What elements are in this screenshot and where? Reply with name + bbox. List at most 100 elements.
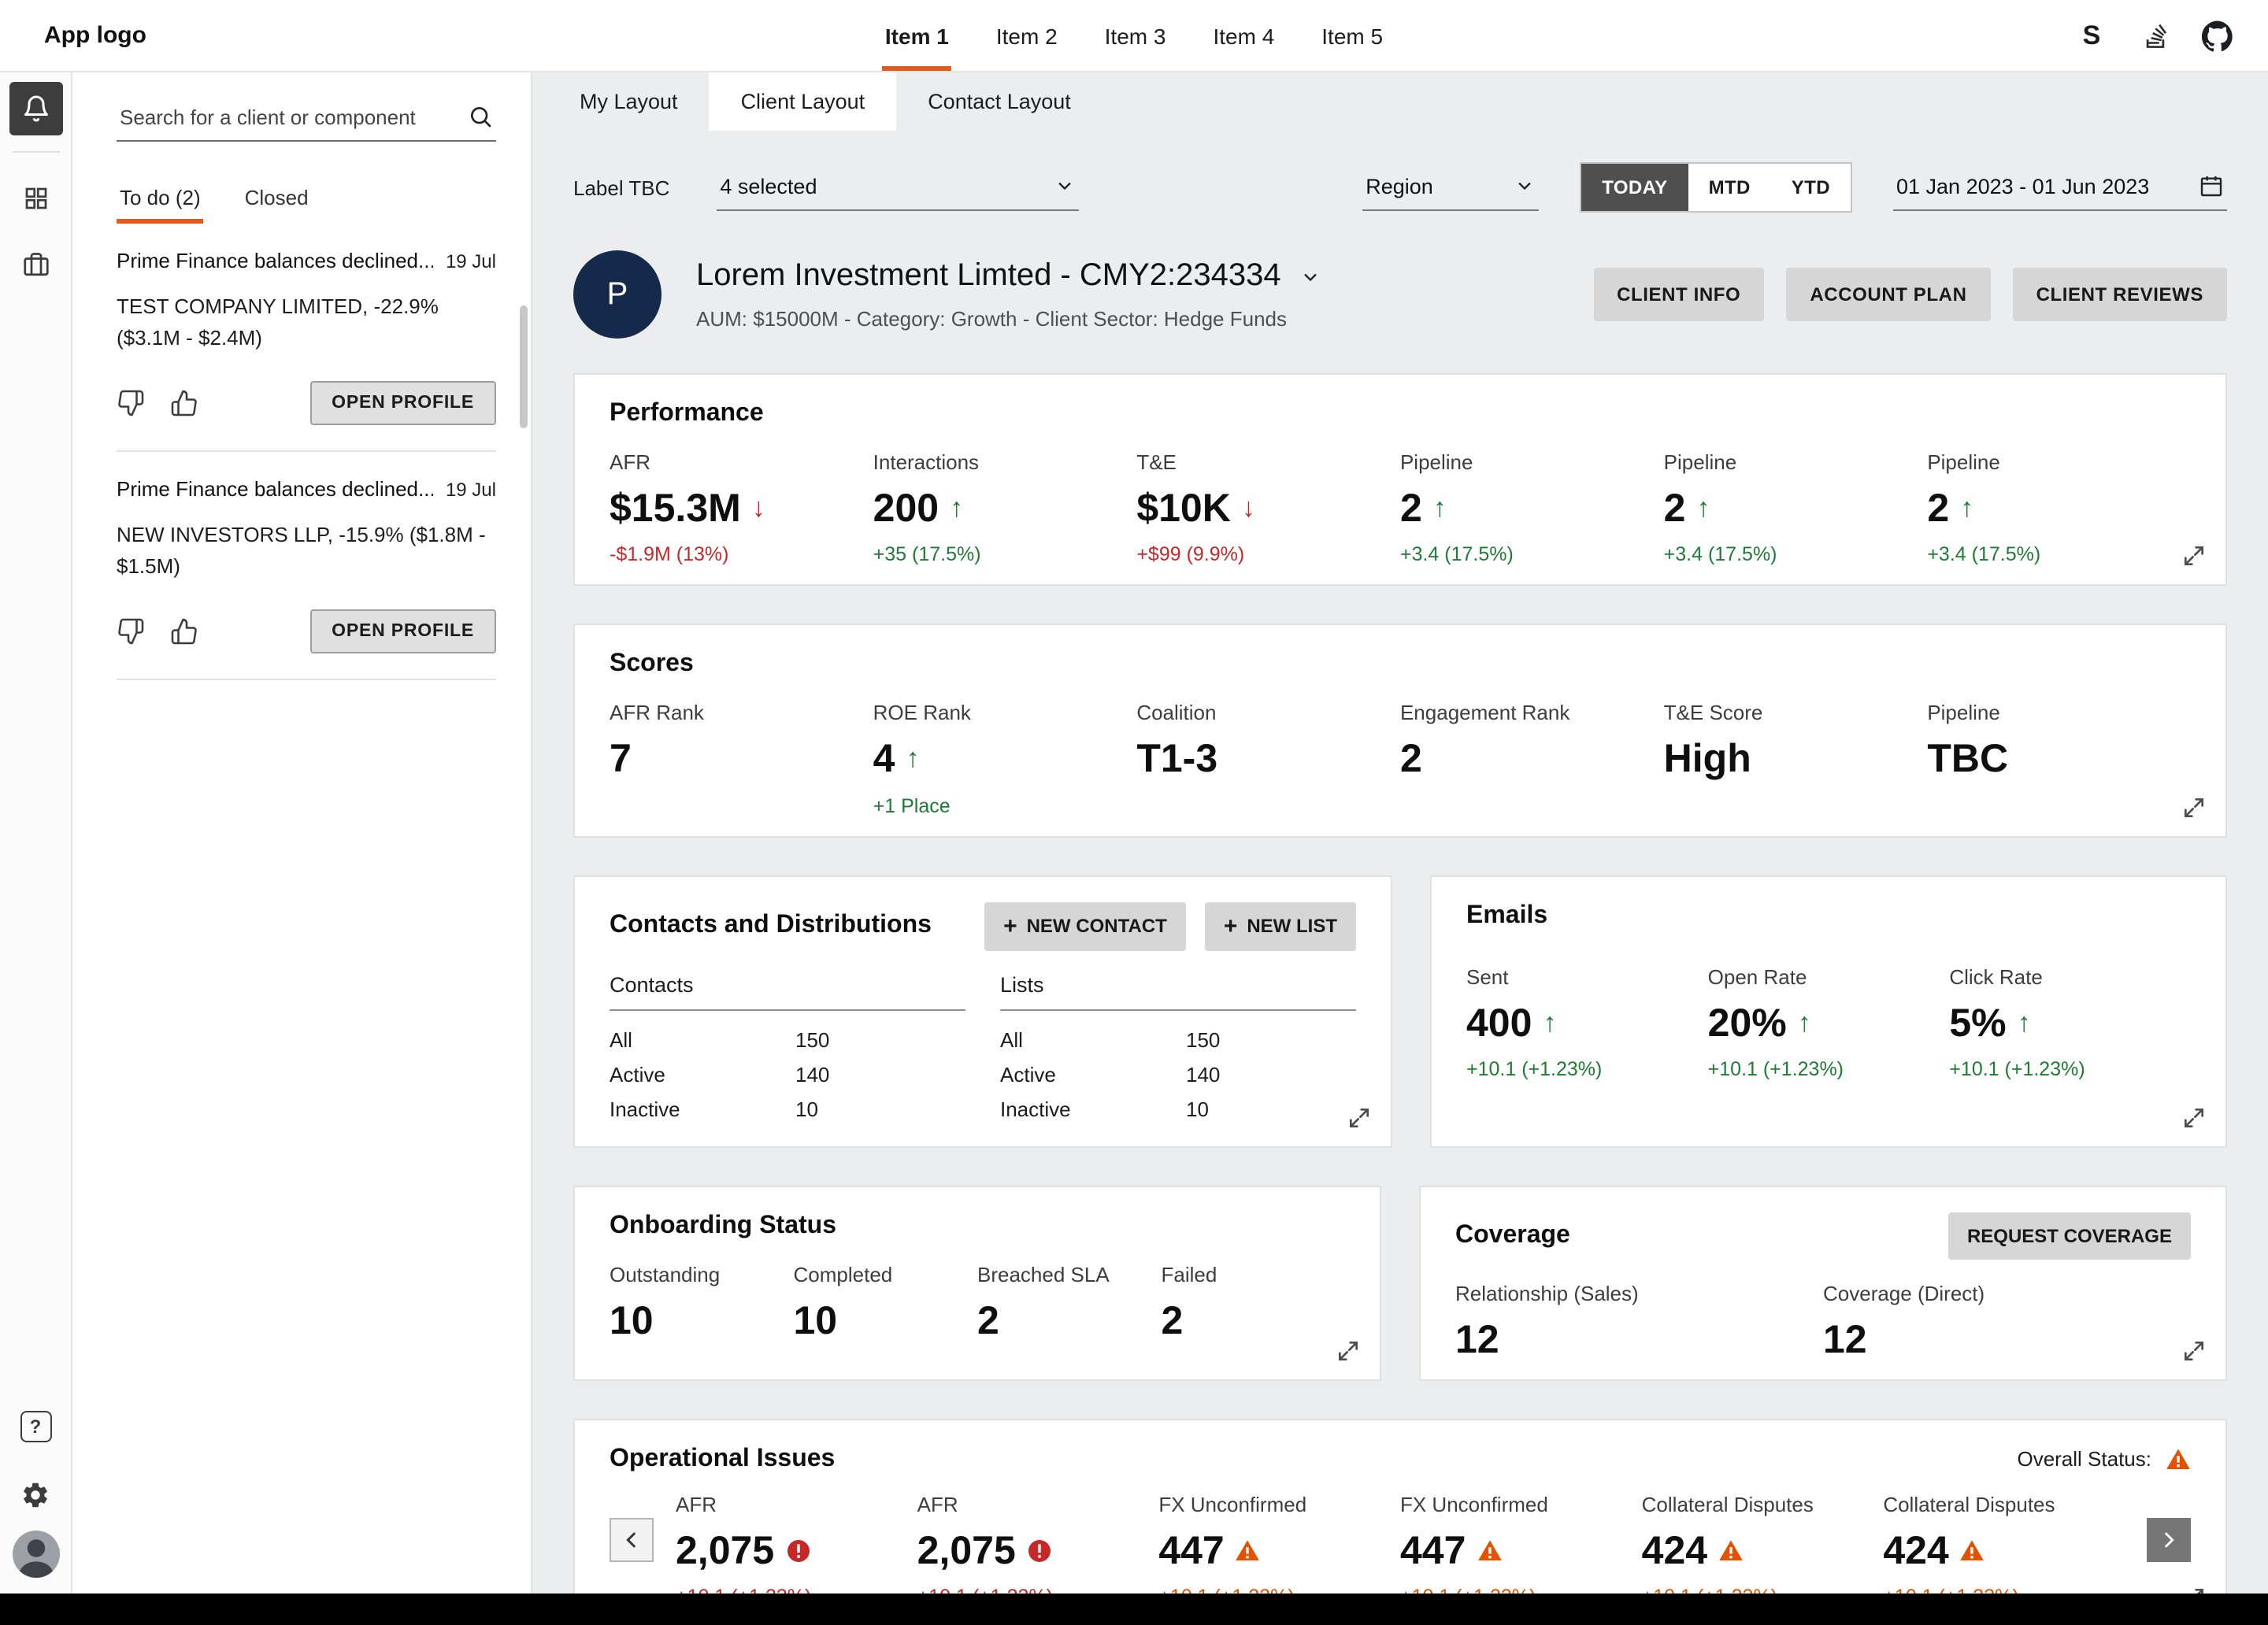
stat-value: 12	[1823, 1319, 1867, 1360]
nav-item-4[interactable]: Item 4	[1213, 0, 1274, 71]
request-coverage-button[interactable]: REQUEST COVERAGE	[1948, 1212, 2191, 1259]
bottom-bar	[0, 1594, 2268, 1625]
help-icon[interactable]: ?	[20, 1411, 51, 1442]
coverage-card-header: Coverage REQUEST COVERAGE	[1455, 1212, 2191, 1259]
stat-delta: +10.1 (+1.23%)	[1466, 1058, 1708, 1080]
carousel-next-button[interactable]	[2147, 1518, 2191, 1562]
stat-sent: Sent 400↑ +10.1 (+1.23%)	[1466, 964, 1708, 1080]
carousel-prev-button[interactable]	[610, 1518, 654, 1562]
thumbs-down-icon[interactable]	[117, 617, 145, 646]
multiselect-dropdown[interactable]: 4 selected	[717, 165, 1079, 210]
settings-rail-button[interactable]	[9, 1468, 62, 1521]
onboarding-card: Onboarding Status Outstanding 10 Complet…	[573, 1185, 1381, 1381]
stackoverflow-icon[interactable]	[2139, 20, 2170, 51]
tab-todo[interactable]: To do (2)	[117, 180, 204, 224]
performance-card: Performance AFR $15.3M↓ -$1.9M (13%) Int…	[573, 373, 2227, 587]
stat-pipeline-score: Pipeline TBC	[1927, 701, 2191, 817]
user-avatar[interactable]	[12, 1531, 59, 1578]
period-ytd[interactable]: YTD	[1771, 164, 1851, 211]
period-mtd[interactable]: MTD	[1688, 164, 1771, 211]
tab-contact-layout[interactable]: Contact Layout	[896, 72, 1102, 131]
nav-item-5[interactable]: Item 5	[1321, 0, 1383, 71]
tab-client-layout[interactable]: Client Layout	[710, 72, 897, 131]
todo-card-header: Prime Finance balances declined... 19 Ju…	[117, 477, 496, 501]
github-icon[interactable]	[2202, 20, 2233, 51]
stat-delta: +10.1 (+1.23%)	[917, 1586, 1159, 1594]
list-item: All150	[610, 1023, 965, 1057]
grid-icon	[21, 184, 50, 213]
region-dropdown[interactable]: Region	[1362, 165, 1539, 210]
expand-icon[interactable]	[2181, 1338, 2207, 1364]
stat-coverage-direct: Coverage (Direct) 12	[1823, 1281, 2191, 1360]
tab-my-layout[interactable]: My Layout	[548, 72, 710, 131]
card-title: Operational Issues	[610, 1445, 835, 1474]
client-name-row[interactable]: Lorem Investment Limted - CMY2:234334	[696, 258, 1322, 294]
expand-icon[interactable]	[2181, 544, 2207, 569]
date-range-picker[interactable]: 01 Jan 2023 - 01 Jun 2023	[1893, 164, 2227, 211]
warning-icon	[2166, 1447, 2191, 1472]
stat-label: Interactions	[873, 450, 1137, 474]
stat-label: Collateral Disputes	[1883, 1493, 2125, 1516]
thumbs-up-icon[interactable]	[170, 389, 198, 417]
trend-up-icon: ↑	[1433, 494, 1447, 523]
stat-label: AFR Rank	[610, 701, 873, 725]
stat-delta: +3.4 (17.5%)	[1400, 544, 1664, 566]
stat-pipeline: Pipeline 2↑ +3.4 (17.5%)	[1400, 450, 1664, 566]
client-header: P Lorem Investment Limted - CMY2:234334 …	[573, 250, 2227, 339]
search-input[interactable]	[120, 105, 468, 128]
multiselect-value: 4 selected	[720, 174, 817, 198]
todo-card-body: TEST COMPANY LIMITED, -22.9% ($3.1M - $2…	[117, 291, 496, 353]
stat-value: High	[1664, 739, 1751, 781]
client-info-button[interactable]: CLIENT INFO	[1593, 268, 1764, 321]
notifications-rail-button[interactable]	[9, 82, 62, 135]
chevron-down-icon[interactable]	[1300, 265, 1322, 287]
client-reviews-button[interactable]: CLIENT REVIEWS	[2013, 268, 2227, 321]
stat-label: Coverage (Direct)	[1823, 1281, 2191, 1305]
expand-icon[interactable]	[2181, 1586, 2207, 1594]
new-contact-button[interactable]: +NEW CONTACT	[984, 901, 1186, 950]
tab-closed[interactable]: Closed	[242, 180, 312, 224]
stat-label: AFR	[676, 1493, 917, 1516]
expand-icon[interactable]	[1336, 1338, 1361, 1364]
thumbs-up-icon[interactable]	[170, 617, 198, 646]
client-avatar: P	[573, 250, 662, 339]
emails-stats: Sent 400↑ +10.1 (+1.23%) Open Rate 20%↑ …	[1466, 964, 2191, 1080]
open-profile-button[interactable]: OPEN PROFILE	[309, 609, 496, 653]
account-plan-button[interactable]: ACCOUNT PLAN	[1786, 268, 1990, 321]
stat-fx-unconfirmed: FX Unconfirmed 447 +10.1 (+1.23%)	[1158, 1493, 1400, 1594]
expand-icon[interactable]	[1347, 1105, 1372, 1130]
stat-click-rate: Click Rate 5%↑ +10.1 (+1.23%)	[1949, 964, 2191, 1080]
s-logo-icon[interactable]: S	[2076, 20, 2107, 51]
period-today[interactable]: TODAY	[1581, 164, 1688, 211]
nav-item-1[interactable]: Item 1	[885, 0, 949, 71]
card-title: Emails	[1466, 901, 2191, 930]
nav-item-2[interactable]: Item 2	[996, 0, 1058, 71]
chevron-right-icon	[2156, 1527, 2181, 1553]
thumbs-down-icon[interactable]	[117, 389, 145, 417]
error-icon	[1027, 1538, 1052, 1564]
work-rail-button[interactable]	[9, 238, 62, 291]
apps-rail-button[interactable]	[9, 172, 62, 225]
stat-delta: +$99 (9.9%)	[1136, 544, 1400, 566]
stat-label: Completed	[794, 1262, 978, 1286]
nav-item-3[interactable]: Item 3	[1105, 0, 1166, 71]
stat-label: Pipeline	[1927, 701, 2191, 725]
new-list-button[interactable]: +NEW LIST	[1205, 901, 1356, 950]
top-nav: Item 1 Item 2 Item 3 Item 4 Item 5	[885, 0, 1383, 71]
stat-label: Open Rate	[1708, 964, 1950, 988]
operational-stats-row: AFR 2,075 +10.1 (+1.23%) AFR 2,075	[610, 1493, 2191, 1594]
search-icon[interactable]	[468, 104, 493, 129]
stat-roe-rank: ROE Rank 4↑ +1 Place	[873, 701, 1137, 817]
trend-down-icon: ↓	[752, 494, 765, 523]
stat-value: $15.3M	[610, 488, 741, 530]
stat-breached-sla: Breached SLA 2	[977, 1262, 1162, 1342]
expand-icon[interactable]	[2181, 794, 2207, 820]
stat-value: 2	[1927, 488, 1949, 530]
app-logo[interactable]: App logo	[44, 22, 146, 49]
contacts-lists: Contacts All150 Active140 Inactive10 Lis…	[610, 972, 1356, 1127]
warning-icon	[1718, 1538, 1744, 1564]
expand-icon[interactable]	[2181, 1105, 2207, 1130]
stat-collateral-disputes: Collateral Disputes 424 +10.1 (+1.23%)	[1642, 1493, 1884, 1594]
open-profile-button[interactable]: OPEN PROFILE	[309, 381, 496, 425]
sidebar-scrollbar[interactable]	[520, 305, 528, 428]
